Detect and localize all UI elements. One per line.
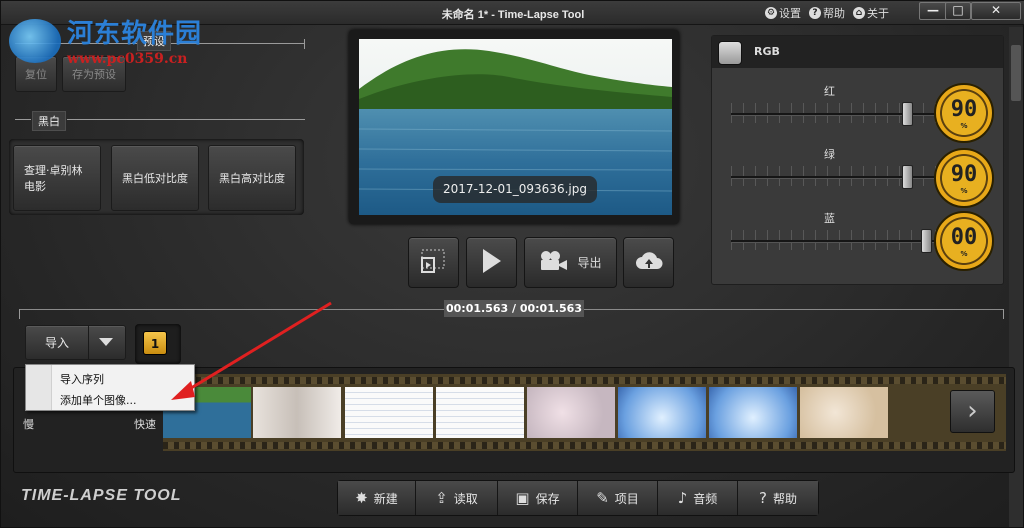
blue-value: 00	[950, 225, 978, 250]
site-watermark: 河东软件园 www.pc0359.cn	[7, 7, 207, 71]
green-dial[interactable]: 90 %	[934, 148, 994, 208]
frame-thumbnail[interactable]	[527, 387, 615, 438]
gear-icon: ⚙	[765, 7, 777, 19]
presets-divider-end	[304, 39, 305, 49]
home-icon: ⌂	[853, 7, 865, 19]
rgb-title: RGB	[754, 45, 780, 58]
filmstrip-next-button[interactable]: ›	[950, 390, 995, 433]
play-button[interactable]	[466, 237, 517, 288]
import-label: 导入	[44, 336, 69, 350]
settings-label: 设置	[779, 7, 801, 20]
help-label: 帮助	[823, 7, 845, 20]
timeline-divider-right	[1003, 309, 1004, 319]
preview-filename: 2017-12-01_093636.jpg	[433, 176, 597, 203]
red-dial[interactable]: 90 %	[934, 83, 994, 143]
frame-thumbnail[interactable]	[436, 387, 524, 438]
watermark-url: www.pc0359.cn	[67, 51, 188, 67]
upload-button[interactable]	[623, 237, 674, 288]
red-slider-thumb[interactable]	[902, 102, 913, 126]
settings-link[interactable]: ⚙ 设置	[765, 5, 801, 21]
music-note-icon: ♪	[677, 489, 688, 507]
help-button[interactable]: ? 帮助	[738, 481, 818, 515]
speed-slow-label: 慢	[23, 418, 34, 431]
audio-button[interactable]: ♪ 音频	[658, 481, 738, 515]
blue-slider-thumb[interactable]	[921, 229, 932, 253]
bw-divider-right	[67, 119, 305, 120]
play-icon	[481, 247, 503, 278]
new-label: 新建	[373, 491, 398, 506]
help-link[interactable]: ? 帮助	[809, 5, 845, 21]
maximize-button[interactable]: □	[945, 2, 971, 20]
red-label: 红	[824, 85, 835, 98]
blue-unit: %	[960, 250, 968, 258]
green-label: 绿	[824, 148, 835, 161]
video-camera-icon	[539, 250, 569, 275]
brand-logo: TIME-LAPSE TOOL	[21, 487, 182, 504]
project-button[interactable]: ✎ 项目	[578, 481, 658, 515]
save-icon: ▣	[515, 489, 530, 507]
crop-button[interactable]	[408, 237, 459, 288]
green-slider-thumb[interactable]	[902, 165, 913, 189]
bw-low-contrast-button[interactable]: 黑白低对比度	[111, 145, 199, 211]
menu-item-add-single-image[interactable]: 添加单个图像...	[60, 392, 137, 408]
app-window: 未命名 1* - Time-Lapse Tool ⚙ 设置 ? 帮助 ⌂ 关于 …	[0, 0, 1024, 528]
load-button[interactable]: ⇪ 读取	[416, 481, 498, 515]
red-unit: %	[960, 122, 968, 130]
rgb-toggle[interactable]	[718, 41, 742, 65]
timeline-divider-left	[19, 309, 20, 319]
export-button[interactable]: 导出	[524, 237, 617, 288]
blue-slider-track[interactable]	[731, 240, 937, 243]
load-label: 读取	[453, 491, 478, 506]
audio-label: 音频	[693, 491, 718, 506]
bw-section-label: 黑白	[32, 111, 66, 131]
speed-fast-label: 快速	[134, 418, 156, 431]
about-link[interactable]: ⌂ 关于	[853, 5, 889, 21]
scrollbar-thumb[interactable]	[1011, 45, 1021, 101]
new-icon: ✸	[355, 489, 368, 507]
bw-chaplin-button[interactable]: 查理·卓别林电影	[13, 145, 101, 211]
question-icon: ?	[809, 7, 821, 19]
import-button[interactable]: 导入	[25, 325, 126, 360]
save-button[interactable]: ▣ 保存	[498, 481, 578, 515]
film-holes-bottom	[163, 442, 1006, 449]
help-button-label: 帮助	[772, 491, 797, 506]
close-button[interactable]: ✕	[971, 2, 1021, 20]
red-value: 90	[950, 97, 978, 122]
frame-thumbnail[interactable]	[345, 387, 433, 438]
minimize-button[interactable]: —	[919, 2, 947, 20]
import-split-divider	[88, 326, 89, 359]
green-unit: %	[960, 187, 968, 195]
watermark-logo	[9, 19, 61, 63]
wrench-icon: ✎	[596, 489, 609, 507]
about-label: 关于	[867, 7, 889, 20]
cloud-upload-icon	[635, 251, 663, 274]
blue-label: 蓝	[824, 212, 835, 225]
blue-dial[interactable]: 00 %	[934, 211, 994, 271]
bottom-toolbar: ✸ 新建 ⇪ 读取 ▣ 保存 ✎ 项目 ♪ 音频 ? 帮助	[337, 480, 819, 516]
upload-icon: ⇪	[435, 489, 448, 507]
annotation-arrow	[171, 301, 332, 400]
question-icon: ?	[759, 489, 767, 507]
chevron-right-icon: ›	[967, 396, 978, 426]
frame-thumbnail[interactable]	[800, 387, 888, 438]
frame-thumbnail[interactable]	[618, 387, 706, 438]
project-label: 项目	[614, 491, 639, 506]
crop-icon	[420, 248, 448, 277]
bw-divider-left	[15, 119, 31, 120]
watermark-name: 河东软件园	[67, 19, 203, 49]
rgb-header: RGB	[712, 36, 1003, 68]
green-value: 90	[950, 162, 978, 187]
menu-item-import-sequence[interactable]: 导入序列	[60, 371, 104, 387]
new-button[interactable]: ✸ 新建	[338, 481, 416, 515]
frame-thumbnail[interactable]	[709, 387, 797, 438]
menu-gutter	[26, 365, 52, 410]
export-label: 导出	[577, 256, 602, 270]
chevron-down-icon[interactable]	[98, 336, 114, 351]
title-links: ⚙ 设置 ? 帮助 ⌂ 关于	[765, 5, 889, 21]
time-readout: 00:01.563 / 00:01.563	[444, 300, 584, 317]
save-label: 保存	[535, 491, 560, 506]
bw-high-contrast-button[interactable]: 黑白高对比度	[208, 145, 296, 211]
